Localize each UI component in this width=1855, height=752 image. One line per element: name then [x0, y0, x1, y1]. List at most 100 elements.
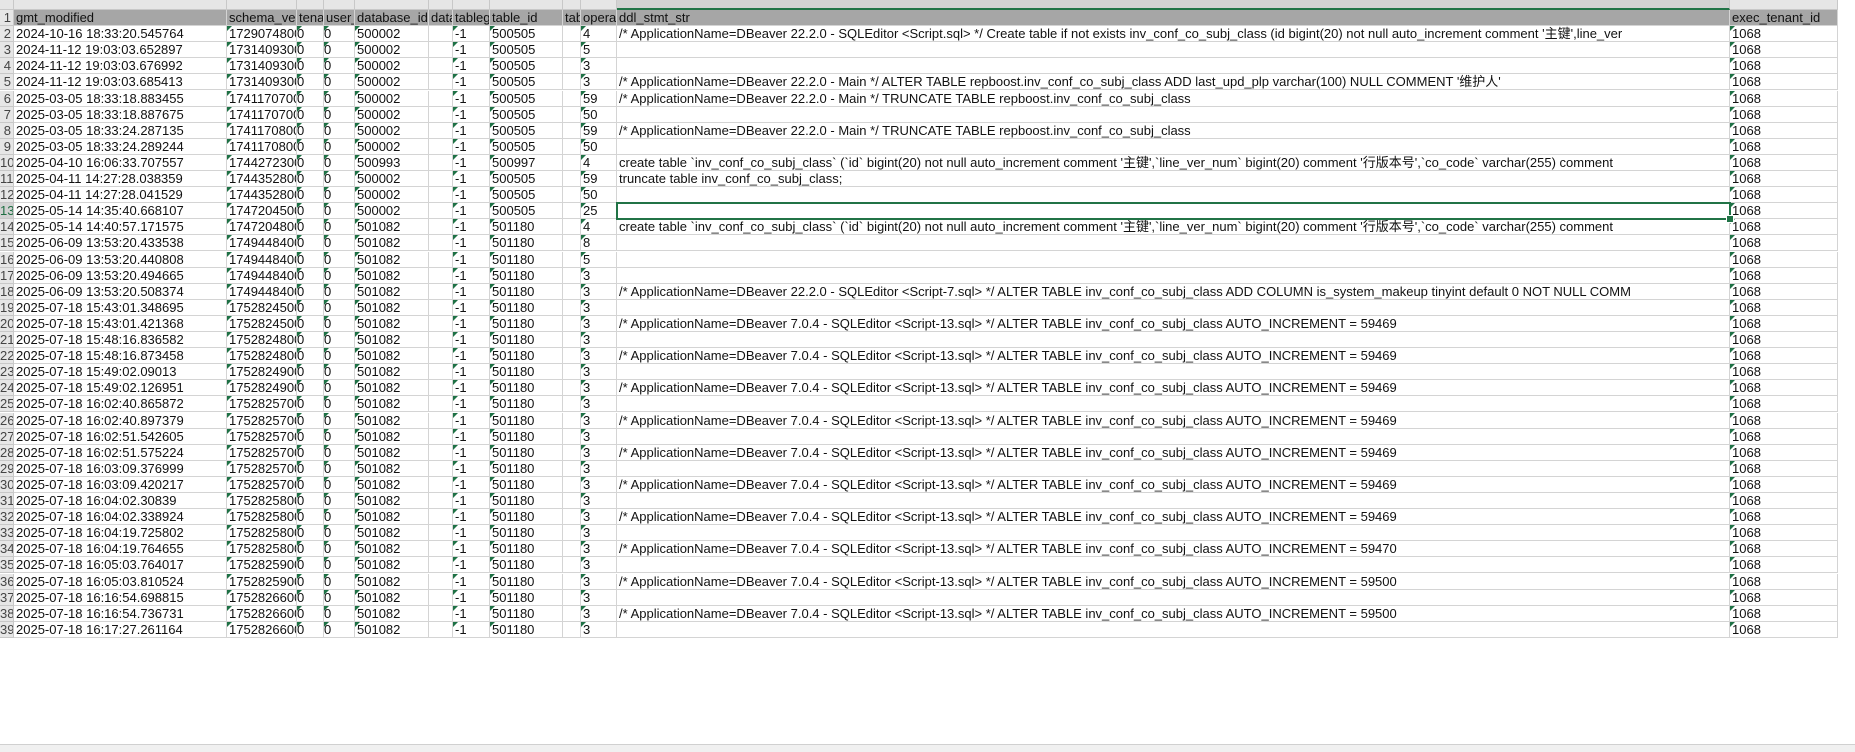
- cell-tenant-id[interactable]: 0: [297, 348, 324, 365]
- cell-exec-tenant-id[interactable]: 1068: [1730, 267, 1838, 284]
- row-header[interactable]: 19: [0, 299, 14, 316]
- cell-table-name[interactable]: [563, 187, 581, 204]
- cell-database-name[interactable]: [429, 138, 453, 155]
- cell-table-name[interactable]: [563, 476, 581, 493]
- cell-gmt-modified[interactable]: 2025-07-18 16:03:09.376999: [14, 460, 227, 477]
- cell-table-id[interactable]: 501180: [490, 380, 563, 397]
- cell-database-name[interactable]: [429, 42, 453, 59]
- cell-exec-tenant-id[interactable]: 1068: [1730, 476, 1838, 493]
- cell-tablegroup-id[interactable]: -1: [453, 605, 490, 622]
- row-header[interactable]: 6: [0, 90, 14, 107]
- row-header[interactable]: 7: [0, 106, 14, 123]
- cell-gmt-modified[interactable]: 2025-07-18 16:17:27.261164: [14, 621, 227, 638]
- cell-schema-version[interactable]: 1752826600: [227, 605, 297, 622]
- cell-exec-tenant-id[interactable]: 1068: [1730, 42, 1838, 59]
- cell-table-name[interactable]: [563, 541, 581, 558]
- cell-gmt-modified[interactable]: 2025-03-05 18:33:18.887675: [14, 106, 227, 123]
- cell-gmt-modified[interactable]: 2025-07-18 16:02:40.865872: [14, 396, 227, 413]
- cell-schema-version[interactable]: 1741170800: [227, 122, 297, 139]
- cell-database-id[interactable]: 500002: [355, 42, 429, 59]
- cell-database-id[interactable]: 500993: [355, 154, 429, 171]
- cell-tablegroup-id[interactable]: -1: [453, 154, 490, 171]
- cell-gmt-modified[interactable]: 2025-03-05 18:33:24.289244: [14, 138, 227, 155]
- cell-exec-tenant-id[interactable]: 1068: [1730, 348, 1838, 365]
- cell-user-id[interactable]: 0: [324, 557, 355, 574]
- field-name-schema-version[interactable]: schema_version: [227, 10, 297, 27]
- cell-tablegroup-id[interactable]: -1: [453, 332, 490, 349]
- cell-database-name[interactable]: [429, 541, 453, 558]
- cell-tablegroup-id[interactable]: -1: [453, 283, 490, 300]
- cell-tablegroup-id[interactable]: -1: [453, 26, 490, 43]
- cell-user-id[interactable]: 0: [324, 251, 355, 268]
- cell-user-id[interactable]: 0: [324, 428, 355, 445]
- cell-ddl-stmt-str[interactable]: [617, 251, 1730, 268]
- cell-user-id[interactable]: 0: [324, 525, 355, 542]
- cell-user-id[interactable]: 0: [324, 58, 355, 75]
- cell-tablegroup-id[interactable]: -1: [453, 557, 490, 574]
- cell-gmt-modified[interactable]: 2024-10-16 18:33:20.545764: [14, 26, 227, 43]
- cell-database-id[interactable]: 500002: [355, 187, 429, 204]
- cell-tenant-id[interactable]: 0: [297, 315, 324, 332]
- cell-tablegroup-id[interactable]: -1: [453, 267, 490, 284]
- cell-table-id[interactable]: 501180: [490, 476, 563, 493]
- cell-schema-version[interactable]: 1744352800: [227, 171, 297, 188]
- cell-tablegroup-id[interactable]: -1: [453, 493, 490, 510]
- cell-tenant-id[interactable]: 0: [297, 235, 324, 252]
- cell-tablegroup-id[interactable]: -1: [453, 444, 490, 461]
- cell-user-id[interactable]: 0: [324, 42, 355, 59]
- cell-tablegroup-id[interactable]: -1: [453, 525, 490, 542]
- cell-operation-type[interactable]: 3: [581, 396, 617, 413]
- cell-exec-tenant-id[interactable]: 1068: [1730, 187, 1838, 204]
- cell-exec-tenant-id[interactable]: 1068: [1730, 509, 1838, 526]
- cell-table-id[interactable]: 500505: [490, 90, 563, 107]
- cell-user-id[interactable]: 0: [324, 138, 355, 155]
- column-header-j[interactable]: [563, 0, 581, 10]
- cell-database-name[interactable]: [429, 557, 453, 574]
- cell-ddl-stmt-str[interactable]: create table `inv_conf_co_subj_class` (`…: [617, 219, 1730, 236]
- cell-operation-type[interactable]: 3: [581, 380, 617, 397]
- row-header[interactable]: 28: [0, 444, 14, 461]
- column-header-c[interactable]: [227, 0, 297, 10]
- cell-tablegroup-id[interactable]: -1: [453, 621, 490, 638]
- cell-gmt-modified[interactable]: 2024-11-12 19:03:03.685413: [14, 74, 227, 91]
- row-header[interactable]: 31: [0, 493, 14, 510]
- cell-schema-version[interactable]: 1752825700: [227, 444, 297, 461]
- cell-user-id[interactable]: 0: [324, 476, 355, 493]
- row-header[interactable]: 3: [0, 42, 14, 59]
- cell-table-name[interactable]: [563, 154, 581, 171]
- row-header[interactable]: 37: [0, 589, 14, 606]
- cell-table-id[interactable]: 500505: [490, 58, 563, 75]
- cell-exec-tenant-id[interactable]: 1068: [1730, 219, 1838, 236]
- cell-database-id[interactable]: 501082: [355, 621, 429, 638]
- cell-database-id[interactable]: 501082: [355, 557, 429, 574]
- cell-user-id[interactable]: 0: [324, 396, 355, 413]
- cell-gmt-modified[interactable]: 2025-07-18 15:48:16.836582: [14, 332, 227, 349]
- cell-operation-type[interactable]: 59: [581, 90, 617, 107]
- cell-user-id[interactable]: 0: [324, 187, 355, 204]
- cell-operation-type[interactable]: 25: [581, 203, 617, 220]
- cell-operation-type[interactable]: 3: [581, 444, 617, 461]
- cell-user-id[interactable]: 0: [324, 203, 355, 220]
- cell-tenant-id[interactable]: 0: [297, 332, 324, 349]
- cell-database-id[interactable]: 500002: [355, 58, 429, 75]
- cell-database-name[interactable]: [429, 74, 453, 91]
- cell-tablegroup-id[interactable]: -1: [453, 58, 490, 75]
- cell-exec-tenant-id[interactable]: 1068: [1730, 332, 1838, 349]
- cell-operation-type[interactable]: 3: [581, 525, 617, 542]
- cell-table-id[interactable]: 501180: [490, 444, 563, 461]
- cell-exec-tenant-id[interactable]: 1068: [1730, 573, 1838, 590]
- cell-database-name[interactable]: [429, 154, 453, 171]
- cell-table-name[interactable]: [563, 235, 581, 252]
- cell-tablegroup-id[interactable]: -1: [453, 428, 490, 445]
- cell-table-name[interactable]: [563, 525, 581, 542]
- row-header[interactable]: 23: [0, 364, 14, 381]
- cell-tablegroup-id[interactable]: -1: [453, 90, 490, 107]
- column-header-d[interactable]: [297, 0, 324, 10]
- cell-database-name[interactable]: [429, 621, 453, 638]
- cell-table-name[interactable]: [563, 509, 581, 526]
- cell-operation-type[interactable]: 3: [581, 267, 617, 284]
- row-header[interactable]: 27: [0, 428, 14, 445]
- cell-gmt-modified[interactable]: 2025-07-18 16:04:02.338924: [14, 509, 227, 526]
- cell-database-name[interactable]: [429, 332, 453, 349]
- cell-table-id[interactable]: 501180: [490, 460, 563, 477]
